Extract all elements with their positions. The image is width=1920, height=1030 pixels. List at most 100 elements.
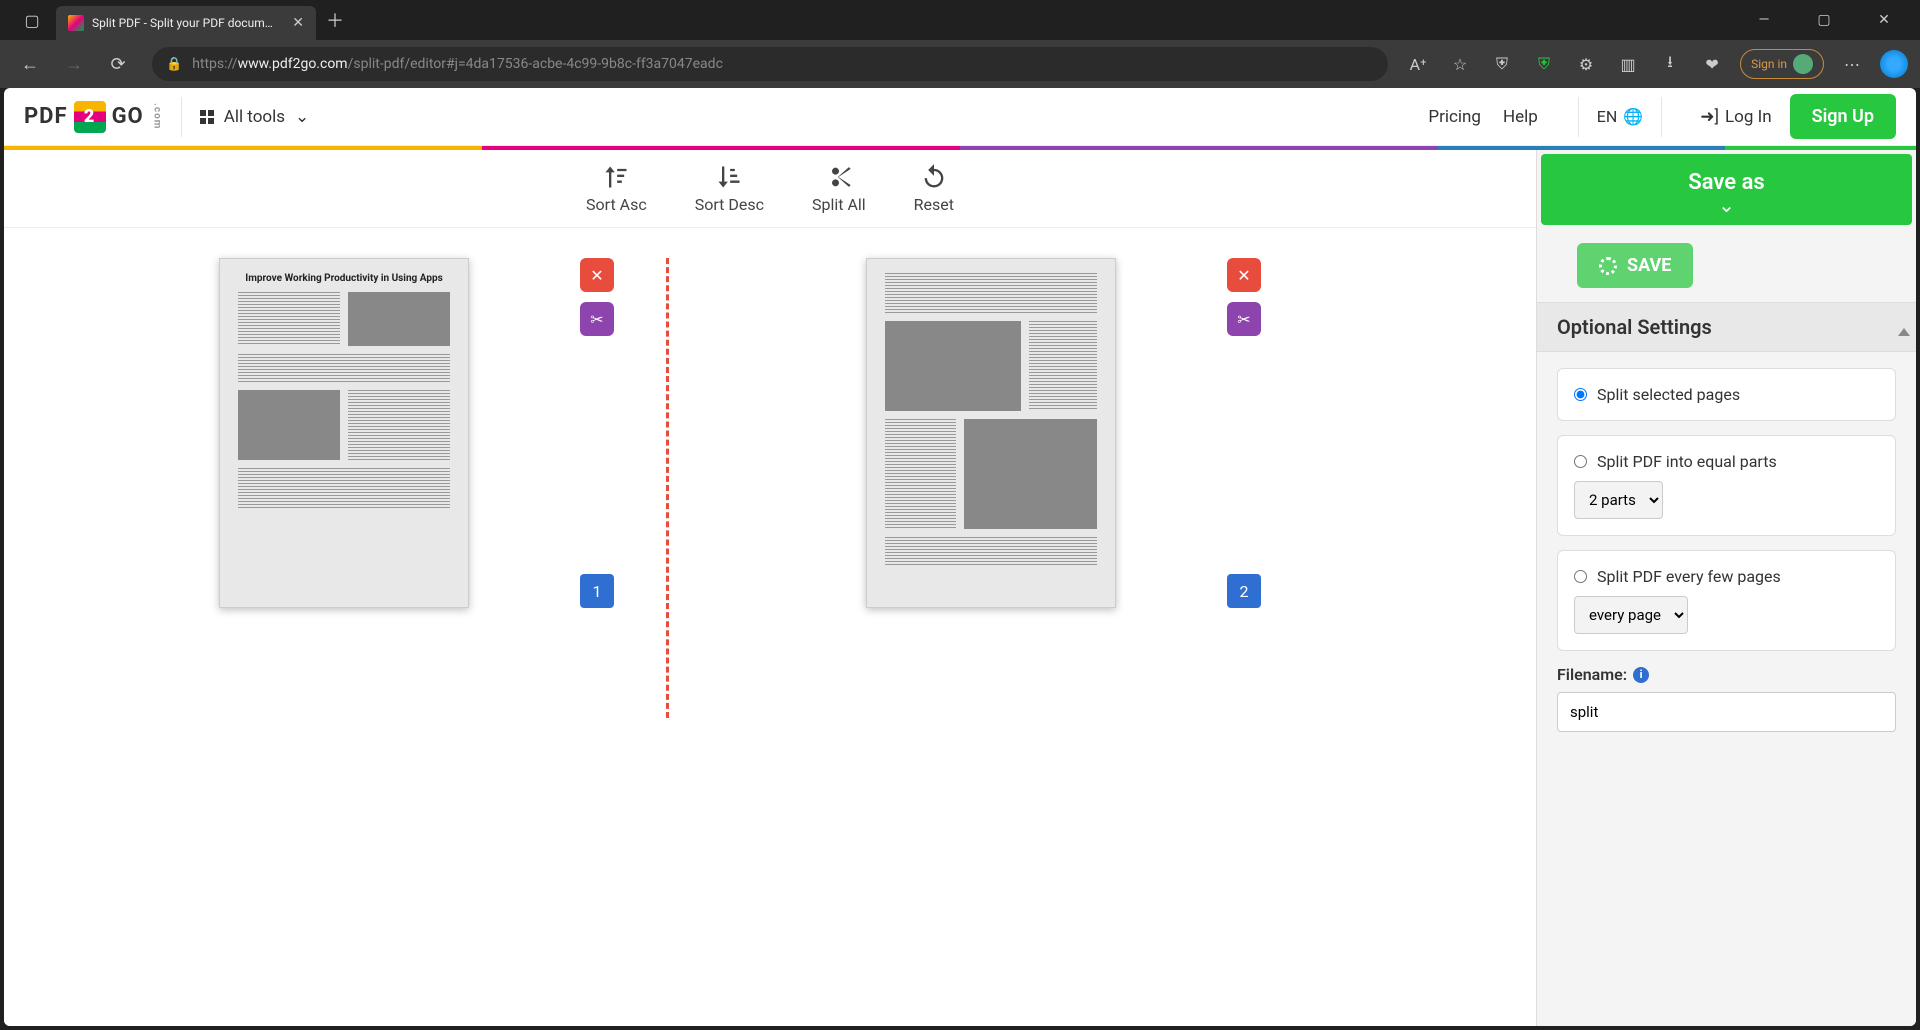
option-label: Split selected pages [1597,385,1740,404]
login-link[interactable]: ➜] Log In [1700,107,1771,127]
pages-area: Improve Working Productivity in Using Ap… [4,228,1536,1026]
extensions-icon[interactable]: ⚙ [1572,50,1600,78]
chevron-down-icon: ⌄ [1541,195,1912,215]
collections-icon[interactable]: ▥ [1614,50,1642,78]
option-label: Split PDF every few pages [1597,567,1781,586]
site-logo[interactable]: PDF GO .com [24,101,163,133]
save-as-dropdown[interactable]: Save as ⌄ [1541,154,1912,225]
sort-desc-icon [715,163,743,191]
page-number-badge: 2 [1227,574,1261,608]
back-button[interactable]: ← [12,46,48,82]
pricing-link[interactable]: Pricing [1428,107,1481,127]
delete-page-button[interactable]: ✕ [1227,258,1261,292]
option-label: Split PDF into equal parts [1597,452,1777,471]
option-split-every[interactable]: Split PDF every few pages every page [1557,550,1896,651]
tool-label: Split All [812,195,866,214]
shield-icon[interactable]: ⛨ [1488,50,1516,78]
bing-chat-icon[interactable] [1880,50,1908,78]
optional-settings-header: Optional Settings [1537,302,1916,352]
settings-sidebar: Save as ⌄ SAVE Optional Settings Split s… [1536,150,1916,1026]
grid-icon [200,110,214,124]
avatar-icon [1793,54,1813,74]
refresh-button[interactable]: ⟳ [100,46,136,82]
url-input[interactable]: 🔒 https://www.pdf2go.com/split-pdf/edito… [152,47,1388,81]
reset-button[interactable]: Reset [914,163,954,214]
save-as-label: Save as [1541,170,1912,195]
page-thumbnail[interactable]: Improve Working Productivity in Using Ap… [219,258,469,608]
save-label: SAVE [1627,255,1671,276]
split-all-button[interactable]: Split All [812,163,866,214]
thumb-title: Improve Working Productivity in Using Ap… [238,273,450,284]
tool-label: Reset [914,195,954,214]
forward-button[interactable]: → [56,46,92,82]
downloads-icon[interactable]: ⭳ [1656,50,1684,78]
maximize-button[interactable]: ▢ [1804,12,1844,28]
option-split-selected[interactable]: Split selected pages [1557,368,1896,421]
divider [1578,97,1579,137]
logo-com: .com [152,103,163,129]
browser-address-bar: ← → ⟳ 🔒 https://www.pdf2go.com/split-pdf… [0,40,1920,88]
scroll-up-icon[interactable] [1898,328,1910,336]
reset-icon [920,163,948,191]
split-marker[interactable] [666,258,669,718]
page-number-badge: 1 [580,574,614,608]
help-link[interactable]: Help [1503,107,1538,127]
new-tab-button[interactable]: ＋ [326,7,344,33]
tab-title: Split PDF - Split your PDF docum… [92,16,284,30]
login-label: Log In [1725,107,1772,127]
url-text: https://www.pdf2go.com/split-pdf/editor#… [192,56,723,72]
every-select[interactable]: every page [1574,596,1688,634]
sort-asc-icon [602,163,630,191]
close-window-button[interactable]: ✕ [1864,12,1904,28]
minimize-button[interactable]: — [1744,12,1784,28]
cut-page-button[interactable]: ✂ [1227,302,1261,336]
sort-asc-button[interactable]: Sort Asc [586,163,647,214]
all-tools-label: All tools [224,107,285,127]
login-icon: ➜] [1700,107,1719,127]
sort-desc-button[interactable]: Sort Desc [695,163,764,214]
all-tools-menu[interactable]: All tools ⌄ [200,107,310,127]
tab-overview-button[interactable]: ▢ [8,0,56,40]
option-split-equal[interactable]: Split PDF into equal parts 2 parts [1557,435,1896,536]
signin-label: Sign in [1751,57,1787,71]
filename-input[interactable] [1557,692,1896,732]
chevron-down-icon: ⌄ [295,107,309,127]
lang-label: EN [1597,107,1618,126]
save-button[interactable]: SAVE [1577,243,1693,288]
page-content: PDF GO .com All tools ⌄ Pricing Help EN … [4,88,1916,1026]
logo-icon [74,101,106,133]
parts-select[interactable]: 2 parts [1574,481,1663,519]
delete-page-button[interactable]: ✕ [580,258,614,292]
radio-split-every[interactable] [1574,570,1587,583]
signup-button[interactable]: Sign Up [1790,94,1896,139]
lock-icon: 🔒 [166,57,182,72]
divider [181,97,182,137]
editor-toolbar: Sort Asc Sort Desc Split All Reset [4,150,1536,228]
divider [1661,97,1662,137]
favorite-icon[interactable]: ☆ [1446,50,1474,78]
tool-label: Sort Desc [695,195,764,214]
window-controls: — ▢ ✕ [1744,12,1912,28]
scissors-icon [825,163,853,191]
more-icon[interactable]: ⋯ [1838,50,1866,78]
cut-page-button[interactable]: ✂ [580,302,614,336]
performance-icon[interactable]: ❤ [1698,50,1726,78]
site-header: PDF GO .com All tools ⌄ Pricing Help EN … [4,88,1916,146]
read-aloud-icon[interactable]: A⁺ [1404,50,1432,78]
adblock-icon[interactable]: ⛨ [1530,50,1558,78]
language-selector[interactable]: EN 🌐 [1597,107,1643,126]
tool-label: Sort Asc [586,195,647,214]
filename-label: Filename: i [1557,665,1896,684]
info-icon[interactable]: i [1633,667,1649,683]
page-thumbnail[interactable] [866,258,1116,608]
page-slot[interactable]: ✕ ✂ 2 [691,258,1291,608]
browser-tab[interactable]: Split PDF - Split your PDF docum… ✕ [56,6,316,40]
browser-tab-strip: ▢ Split PDF - Split your PDF docum… ✕ ＋ … [0,0,1920,40]
close-tab-icon[interactable]: ✕ [292,15,304,31]
radio-split-selected[interactable] [1574,388,1587,401]
tab-favicon [68,15,84,31]
radio-split-equal[interactable] [1574,455,1587,468]
spinner-icon [1599,257,1617,275]
page-slot[interactable]: Improve Working Productivity in Using Ap… [44,258,644,608]
browser-signin-button[interactable]: Sign in [1740,49,1824,79]
